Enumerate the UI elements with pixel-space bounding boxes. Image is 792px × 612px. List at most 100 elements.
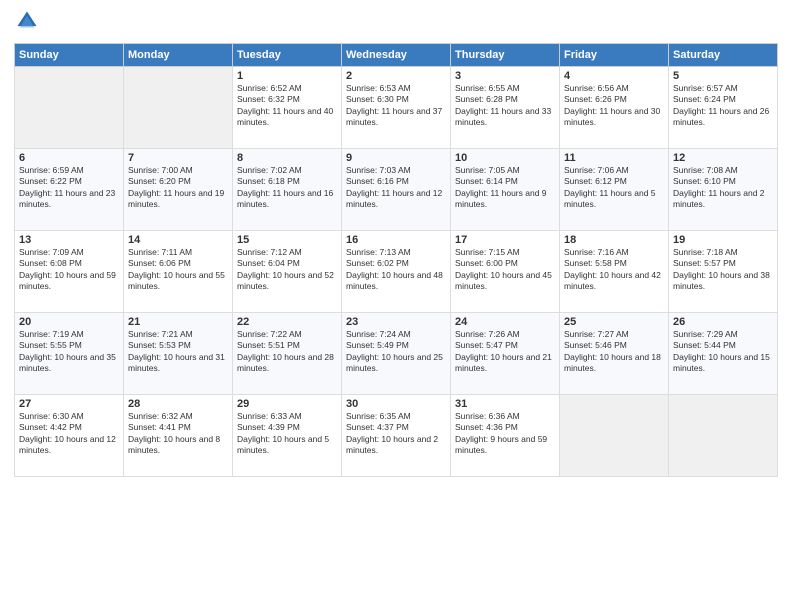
calendar-week-row: 20Sunrise: 7:19 AM Sunset: 5:55 PM Dayli… <box>15 313 778 395</box>
calendar-day-cell: 1Sunrise: 6:52 AM Sunset: 6:32 PM Daylig… <box>233 67 342 149</box>
day-info: Sunrise: 7:24 AM Sunset: 5:49 PM Dayligh… <box>346 329 446 375</box>
day-info: Sunrise: 7:13 AM Sunset: 6:02 PM Dayligh… <box>346 247 446 293</box>
calendar-day-cell: 12Sunrise: 7:08 AM Sunset: 6:10 PM Dayli… <box>669 149 778 231</box>
calendar-day-cell: 20Sunrise: 7:19 AM Sunset: 5:55 PM Dayli… <box>15 313 124 395</box>
day-info: Sunrise: 7:03 AM Sunset: 6:16 PM Dayligh… <box>346 165 446 211</box>
day-info: Sunrise: 7:29 AM Sunset: 5:44 PM Dayligh… <box>673 329 773 375</box>
calendar-day-cell: 8Sunrise: 7:02 AM Sunset: 6:18 PM Daylig… <box>233 149 342 231</box>
day-info: Sunrise: 6:52 AM Sunset: 6:32 PM Dayligh… <box>237 83 337 129</box>
calendar-week-row: 6Sunrise: 6:59 AM Sunset: 6:22 PM Daylig… <box>15 149 778 231</box>
calendar-day-cell <box>15 67 124 149</box>
weekday-header-cell: Saturday <box>669 44 778 67</box>
calendar-table: SundayMondayTuesdayWednesdayThursdayFrid… <box>14 43 778 477</box>
day-number: 1 <box>237 70 337 82</box>
calendar-week-row: 27Sunrise: 6:30 AM Sunset: 4:42 PM Dayli… <box>15 395 778 477</box>
day-info: Sunrise: 6:56 AM Sunset: 6:26 PM Dayligh… <box>564 83 664 129</box>
calendar-day-cell: 31Sunrise: 6:36 AM Sunset: 4:36 PM Dayli… <box>451 395 560 477</box>
weekday-header-cell: Monday <box>124 44 233 67</box>
logo-icon <box>16 10 38 32</box>
day-info: Sunrise: 7:00 AM Sunset: 6:20 PM Dayligh… <box>128 165 228 211</box>
calendar-day-cell: 29Sunrise: 6:33 AM Sunset: 4:39 PM Dayli… <box>233 395 342 477</box>
weekday-header-cell: Thursday <box>451 44 560 67</box>
day-number: 11 <box>564 152 664 164</box>
day-info: Sunrise: 7:26 AM Sunset: 5:47 PM Dayligh… <box>455 329 555 375</box>
calendar-day-cell: 18Sunrise: 7:16 AM Sunset: 5:58 PM Dayli… <box>560 231 669 313</box>
calendar-day-cell: 13Sunrise: 7:09 AM Sunset: 6:08 PM Dayli… <box>15 231 124 313</box>
day-number: 24 <box>455 316 555 328</box>
day-number: 31 <box>455 398 555 410</box>
weekday-header-cell: Friday <box>560 44 669 67</box>
day-number: 10 <box>455 152 555 164</box>
calendar-day-cell: 10Sunrise: 7:05 AM Sunset: 6:14 PM Dayli… <box>451 149 560 231</box>
day-info: Sunrise: 7:09 AM Sunset: 6:08 PM Dayligh… <box>19 247 119 293</box>
day-number: 17 <box>455 234 555 246</box>
logo <box>14 10 40 37</box>
day-info: Sunrise: 7:18 AM Sunset: 5:57 PM Dayligh… <box>673 247 773 293</box>
day-info: Sunrise: 6:32 AM Sunset: 4:41 PM Dayligh… <box>128 411 228 457</box>
day-info: Sunrise: 6:53 AM Sunset: 6:30 PM Dayligh… <box>346 83 446 129</box>
day-info: Sunrise: 7:15 AM Sunset: 6:00 PM Dayligh… <box>455 247 555 293</box>
calendar-day-cell: 30Sunrise: 6:35 AM Sunset: 4:37 PM Dayli… <box>342 395 451 477</box>
calendar-day-cell: 4Sunrise: 6:56 AM Sunset: 6:26 PM Daylig… <box>560 67 669 149</box>
day-info: Sunrise: 6:59 AM Sunset: 6:22 PM Dayligh… <box>19 165 119 211</box>
calendar-day-cell: 27Sunrise: 6:30 AM Sunset: 4:42 PM Dayli… <box>15 395 124 477</box>
day-info: Sunrise: 7:05 AM Sunset: 6:14 PM Dayligh… <box>455 165 555 211</box>
day-info: Sunrise: 7:16 AM Sunset: 5:58 PM Dayligh… <box>564 247 664 293</box>
calendar-day-cell: 9Sunrise: 7:03 AM Sunset: 6:16 PM Daylig… <box>342 149 451 231</box>
day-number: 7 <box>128 152 228 164</box>
calendar-day-cell: 5Sunrise: 6:57 AM Sunset: 6:24 PM Daylig… <box>669 67 778 149</box>
calendar-day-cell: 19Sunrise: 7:18 AM Sunset: 5:57 PM Dayli… <box>669 231 778 313</box>
calendar-day-cell: 11Sunrise: 7:06 AM Sunset: 6:12 PM Dayli… <box>560 149 669 231</box>
calendar-day-cell <box>124 67 233 149</box>
day-number: 18 <box>564 234 664 246</box>
calendar-day-cell: 21Sunrise: 7:21 AM Sunset: 5:53 PM Dayli… <box>124 313 233 395</box>
calendar-week-row: 1Sunrise: 6:52 AM Sunset: 6:32 PM Daylig… <box>15 67 778 149</box>
day-number: 25 <box>564 316 664 328</box>
day-number: 20 <box>19 316 119 328</box>
day-number: 2 <box>346 70 446 82</box>
calendar-day-cell: 14Sunrise: 7:11 AM Sunset: 6:06 PM Dayli… <box>124 231 233 313</box>
day-info: Sunrise: 6:36 AM Sunset: 4:36 PM Dayligh… <box>455 411 555 457</box>
day-info: Sunrise: 6:57 AM Sunset: 6:24 PM Dayligh… <box>673 83 773 129</box>
day-number: 12 <box>673 152 773 164</box>
calendar-day-cell: 25Sunrise: 7:27 AM Sunset: 5:46 PM Dayli… <box>560 313 669 395</box>
day-info: Sunrise: 7:02 AM Sunset: 6:18 PM Dayligh… <box>237 165 337 211</box>
day-number: 27 <box>19 398 119 410</box>
day-info: Sunrise: 6:55 AM Sunset: 6:28 PM Dayligh… <box>455 83 555 129</box>
day-number: 16 <box>346 234 446 246</box>
day-info: Sunrise: 7:11 AM Sunset: 6:06 PM Dayligh… <box>128 247 228 293</box>
calendar-day-cell: 15Sunrise: 7:12 AM Sunset: 6:04 PM Dayli… <box>233 231 342 313</box>
page-header <box>14 10 778 37</box>
calendar-week-row: 13Sunrise: 7:09 AM Sunset: 6:08 PM Dayli… <box>15 231 778 313</box>
calendar-day-cell <box>669 395 778 477</box>
calendar-day-cell: 7Sunrise: 7:00 AM Sunset: 6:20 PM Daylig… <box>124 149 233 231</box>
calendar-day-cell: 23Sunrise: 7:24 AM Sunset: 5:49 PM Dayli… <box>342 313 451 395</box>
day-number: 23 <box>346 316 446 328</box>
day-number: 13 <box>19 234 119 246</box>
day-number: 8 <box>237 152 337 164</box>
day-info: Sunrise: 7:08 AM Sunset: 6:10 PM Dayligh… <box>673 165 773 211</box>
day-info: Sunrise: 6:33 AM Sunset: 4:39 PM Dayligh… <box>237 411 337 457</box>
day-number: 29 <box>237 398 337 410</box>
day-info: Sunrise: 7:27 AM Sunset: 5:46 PM Dayligh… <box>564 329 664 375</box>
day-number: 3 <box>455 70 555 82</box>
day-info: Sunrise: 7:21 AM Sunset: 5:53 PM Dayligh… <box>128 329 228 375</box>
day-number: 14 <box>128 234 228 246</box>
calendar-day-cell: 3Sunrise: 6:55 AM Sunset: 6:28 PM Daylig… <box>451 67 560 149</box>
calendar-body: 1Sunrise: 6:52 AM Sunset: 6:32 PM Daylig… <box>15 67 778 477</box>
weekday-header-cell: Sunday <box>15 44 124 67</box>
day-info: Sunrise: 6:35 AM Sunset: 4:37 PM Dayligh… <box>346 411 446 457</box>
calendar-day-cell: 24Sunrise: 7:26 AM Sunset: 5:47 PM Dayli… <box>451 313 560 395</box>
day-number: 30 <box>346 398 446 410</box>
weekday-header-cell: Tuesday <box>233 44 342 67</box>
day-number: 19 <box>673 234 773 246</box>
day-number: 6 <box>19 152 119 164</box>
calendar-day-cell: 22Sunrise: 7:22 AM Sunset: 5:51 PM Dayli… <box>233 313 342 395</box>
weekday-header-cell: Wednesday <box>342 44 451 67</box>
day-number: 28 <box>128 398 228 410</box>
day-number: 4 <box>564 70 664 82</box>
day-info: Sunrise: 7:22 AM Sunset: 5:51 PM Dayligh… <box>237 329 337 375</box>
day-info: Sunrise: 7:19 AM Sunset: 5:55 PM Dayligh… <box>19 329 119 375</box>
day-info: Sunrise: 6:30 AM Sunset: 4:42 PM Dayligh… <box>19 411 119 457</box>
calendar-day-cell: 6Sunrise: 6:59 AM Sunset: 6:22 PM Daylig… <box>15 149 124 231</box>
